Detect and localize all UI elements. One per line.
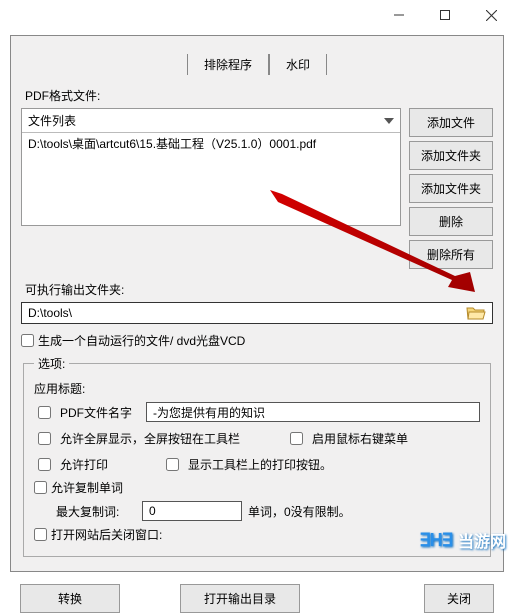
file-list-header: 文件列表 [28,112,76,129]
rightclick-checkbox[interactable] [290,432,303,445]
maxcopy-unit: 单词，0没有限制。 [248,503,351,520]
title-bar [0,0,514,30]
sort-icon[interactable] [384,118,394,124]
copy-checkbox[interactable] [34,481,47,494]
options-legend: 选项: [34,355,69,372]
autorun-label: 生成一个自动运行的文件/ dvd光盘VCD [38,332,245,349]
footer-close-button[interactable]: 关闭 [424,584,494,613]
output-folder-label: 可执行输出文件夹: [25,281,493,298]
print-label: 允许打印 [60,456,156,473]
pdf-files-label: PDF格式文件: [25,87,493,104]
open-dir-button[interactable]: 打开输出目录 [180,584,300,613]
title-input[interactable] [146,402,480,422]
fullscreen-checkbox[interactable] [38,432,51,445]
rightclick-label: 启用鼠标右键菜单 [312,430,408,447]
maxcopy-label: 最大复制词: [56,503,136,520]
add-file-button[interactable]: 添加文件 [409,108,493,137]
file-list[interactable]: 文件列表 D:\tools\桌面\artcut6\15.基础工程（V25.1.0… [21,108,401,226]
pdfname-label: PDF文件名字 [60,404,140,421]
closewin-label: 打开网站后关闭窗口: [51,526,162,543]
copy-label: 允许复制单词 [51,479,123,496]
watermark-text: 当游网 [458,528,506,552]
browse-folder-button[interactable] [462,304,490,322]
delete-button[interactable]: 删除 [409,207,493,236]
delete-all-button[interactable]: 删除所有 [409,240,493,269]
options-group: 选项: 应用标题: PDF文件名字 允许全屏显示，全屏按钮在工具栏 启用鼠标右键… [23,355,491,557]
tab-watermark[interactable]: 水印 [269,54,327,75]
fullscreen-label: 允许全屏显示，全屏按钮在工具栏 [60,430,280,447]
file-item[interactable]: D:\tools\桌面\artcut6\15.基础工程（V25.1.0）0001… [22,133,400,154]
closewin-checkbox[interactable] [34,528,47,541]
maximize-button[interactable] [422,0,468,30]
tabs: 排除程序 水印 [21,54,493,75]
add-folder-button-1[interactable]: 添加文件夹 [409,141,493,170]
convert-button[interactable]: 转换 [20,584,120,613]
printbtn-checkbox[interactable] [166,458,179,471]
main-panel: 排除程序 水印 PDF格式文件: 文件列表 D:\tools\桌面\artcut… [10,35,504,572]
output-path-input[interactable] [22,306,462,320]
minimize-button[interactable] [376,0,422,30]
autorun-checkbox[interactable] [21,334,34,347]
print-checkbox[interactable] [38,458,51,471]
pdfname-checkbox[interactable] [38,406,51,419]
close-button[interactable] [468,0,514,30]
watermark-logo: ∃H∃ [419,530,452,551]
watermark: ∃H∃ 当游网 [419,528,506,552]
tab-exclude[interactable]: 排除程序 [187,54,269,75]
printbtn-label: 显示工具栏上的打印按钮。 [188,456,332,473]
add-folder-button-2[interactable]: 添加文件夹 [409,174,493,203]
maxcopy-input[interactable] [142,501,242,521]
app-title-label: 应用标题: [34,380,480,397]
